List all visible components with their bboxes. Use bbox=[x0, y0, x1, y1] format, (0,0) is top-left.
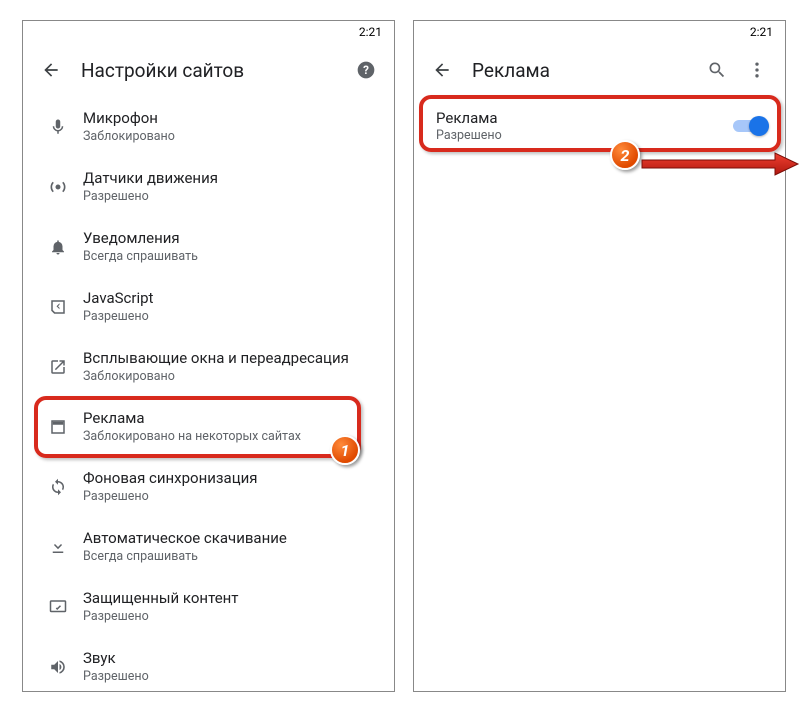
item-sub: Разрешено bbox=[83, 669, 382, 685]
status-time: 2:21 bbox=[750, 25, 773, 39]
mic-icon bbox=[33, 118, 83, 136]
arrow-back-icon bbox=[41, 60, 61, 80]
help-button[interactable]: ? bbox=[346, 50, 386, 90]
phone-left: 2:21 Настройки сайтов ? Микрофон Заблоки… bbox=[22, 20, 395, 692]
item-sound[interactable]: Звук Разрешено bbox=[23, 637, 394, 692]
page-title: Настройки сайтов bbox=[81, 59, 346, 82]
sync-icon bbox=[33, 478, 83, 496]
item-label: Реклама bbox=[83, 409, 382, 429]
back-button[interactable] bbox=[422, 50, 462, 90]
back-button[interactable] bbox=[31, 50, 71, 90]
switch-thumb bbox=[749, 116, 769, 136]
status-bar: 2:21 bbox=[23, 21, 394, 43]
bell-icon bbox=[33, 238, 83, 256]
item-label: Фоновая синхронизация bbox=[83, 469, 382, 489]
download-icon bbox=[33, 538, 83, 556]
item-sub: Разрешено bbox=[83, 189, 382, 205]
item-sub: Разрешено bbox=[83, 309, 382, 325]
search-button[interactable] bbox=[697, 50, 737, 90]
item-notifications[interactable]: Уведомления Всегда спрашивать bbox=[23, 217, 394, 277]
item-label: Датчики движения bbox=[83, 169, 382, 189]
item-javascript[interactable]: JavaScript Разрешено bbox=[23, 277, 394, 337]
item-label: Звук bbox=[83, 649, 382, 669]
more-button[interactable] bbox=[737, 50, 777, 90]
item-motion-sensors[interactable]: Датчики движения Разрешено bbox=[23, 157, 394, 217]
badge-text: 1 bbox=[341, 441, 350, 460]
item-protected-content[interactable]: Защищенный контент Разрешено bbox=[23, 577, 394, 637]
item-label: Всплывающие окна и переадресация bbox=[83, 349, 382, 369]
arrow-back-icon bbox=[432, 60, 452, 80]
js-icon bbox=[33, 298, 83, 316]
item-auto-download[interactable]: Автоматическое скачивание Всегда спрашив… bbox=[23, 517, 394, 577]
toggle-sub: Разрешено bbox=[436, 128, 733, 143]
toggle-label: Реклама bbox=[436, 109, 733, 127]
settings-list: Микрофон Заблокировано Датчики движения … bbox=[23, 97, 394, 692]
page-title: Реклама bbox=[472, 59, 697, 82]
app-bar: Настройки сайтов ? bbox=[23, 43, 394, 97]
ads-toggle-row[interactable]: Реклама Разрешено bbox=[414, 97, 785, 155]
item-sub: Разрешено bbox=[83, 609, 382, 625]
badge-text: 2 bbox=[621, 146, 630, 165]
phone-right: 2:21 Реклама Реклама Разрешено bbox=[413, 20, 786, 692]
svg-text:?: ? bbox=[363, 63, 369, 77]
ads-icon bbox=[33, 418, 83, 436]
help-icon: ? bbox=[356, 60, 376, 80]
item-microphone[interactable]: Микрофон Заблокировано bbox=[23, 97, 394, 157]
item-sub: Разрешено bbox=[83, 489, 382, 505]
more-vert-icon bbox=[747, 60, 767, 80]
item-background-sync[interactable]: Фоновая синхронизация Разрешено bbox=[23, 457, 394, 517]
item-sub: Заблокировано bbox=[83, 369, 382, 385]
item-sub: Всегда спрашивать bbox=[83, 249, 382, 265]
item-label: JavaScript bbox=[83, 289, 382, 309]
item-label: Микрофон bbox=[83, 109, 382, 129]
sensor-icon bbox=[33, 177, 83, 197]
protected-icon bbox=[33, 598, 83, 616]
app-bar: Реклама bbox=[414, 43, 785, 97]
popup-icon bbox=[33, 358, 83, 376]
sound-icon bbox=[33, 658, 83, 676]
item-label: Автоматическое скачивание bbox=[83, 529, 382, 549]
item-popups[interactable]: Всплывающие окна и переадресация Заблоки… bbox=[23, 337, 394, 397]
item-sub: Заблокировано bbox=[83, 129, 382, 145]
badge-1: 1 bbox=[330, 435, 360, 465]
badge-2: 2 bbox=[610, 140, 640, 170]
toggle-switch[interactable] bbox=[733, 116, 769, 136]
status-time: 2:21 bbox=[359, 25, 382, 39]
arrow-annotation bbox=[640, 150, 800, 180]
item-label: Защищенный контент bbox=[83, 589, 382, 609]
item-sub: Всегда спрашивать bbox=[83, 549, 382, 565]
item-label: Уведомления bbox=[83, 229, 382, 249]
status-bar: 2:21 bbox=[414, 21, 785, 43]
search-icon bbox=[707, 60, 727, 80]
